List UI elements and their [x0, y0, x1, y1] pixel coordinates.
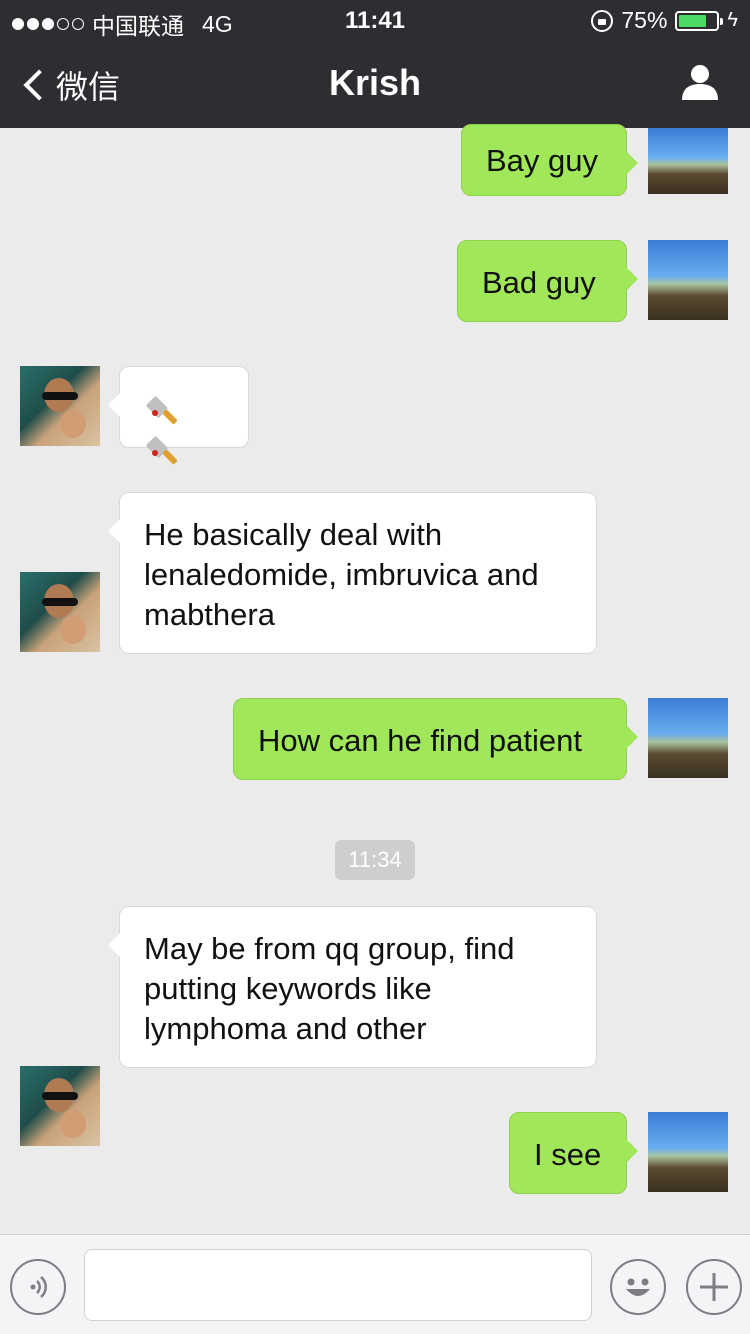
chat-title: Krish — [328, 62, 422, 103]
message-input[interactable] — [84, 1249, 592, 1321]
plus-icon — [700, 1273, 728, 1301]
contact-avatar[interactable] — [20, 366, 100, 446]
message-line: lymphoma and other — [144, 1011, 427, 1046]
my-avatar[interactable] — [648, 128, 728, 194]
voice-icon — [30, 1276, 47, 1298]
message-timestamp: 11:34 — [335, 840, 415, 880]
lock-rotation-icon — [591, 9, 614, 32]
battery-percent: 75% — [621, 7, 668, 33]
message-bubble-received[interactable]: He basically deal with lenaledomide, imb… — [108, 492, 597, 654]
cleaver-icon — [144, 434, 178, 468]
my-avatar[interactable] — [648, 698, 728, 778]
my-avatar[interactable] — [648, 240, 728, 320]
status-bar: 中国联通 4G 11:41 75% ϟ — [0, 0, 750, 40]
my-avatar[interactable] — [648, 1112, 728, 1192]
nav-bar: 微信 Krish — [0, 40, 750, 128]
message-text: I see — [534, 1137, 602, 1172]
contact-avatar[interactable] — [20, 572, 100, 652]
message-line: putting keywords like — [144, 971, 432, 1006]
message-bubble-received[interactable] — [108, 366, 249, 465]
message-line: May be from qq group, find — [144, 931, 515, 966]
contact-avatar[interactable] — [20, 1066, 100, 1146]
battery-icon — [675, 10, 724, 31]
message-bubble-sent[interactable]: Bay guy — [461, 124, 638, 196]
status-right: 75% ϟ — [591, 7, 738, 34]
message-text: How can he find patient — [258, 723, 582, 758]
cleaver-icon — [144, 394, 178, 428]
message-line: mabthera — [144, 597, 275, 632]
message-line: He basically deal with — [144, 517, 443, 552]
message-bubble-received[interactable]: May be from qq group, find putting keywo… — [108, 906, 597, 1068]
message-bubble-sent[interactable]: Bad guy — [457, 240, 638, 322]
voice-button[interactable] — [10, 1259, 66, 1315]
message-line: lenaledomide, imbruvica and — [144, 557, 539, 592]
message-bubble-sent[interactable]: How can he find patient — [233, 698, 638, 780]
input-bar — [0, 1234, 750, 1334]
top-bar: 中国联通 4G 11:41 75% ϟ 微信 Krish — [0, 0, 750, 128]
message-text: Bad guy — [482, 265, 596, 300]
charging-bolt-icon: ϟ — [727, 9, 738, 31]
person-icon[interactable] — [680, 62, 720, 102]
message-text: Bay guy — [486, 143, 599, 178]
message-bubble-sent[interactable]: I see — [509, 1112, 638, 1194]
emoji-icon — [626, 1278, 650, 1296]
emoji-button[interactable] — [610, 1259, 666, 1315]
plus-button[interactable] — [686, 1259, 742, 1315]
